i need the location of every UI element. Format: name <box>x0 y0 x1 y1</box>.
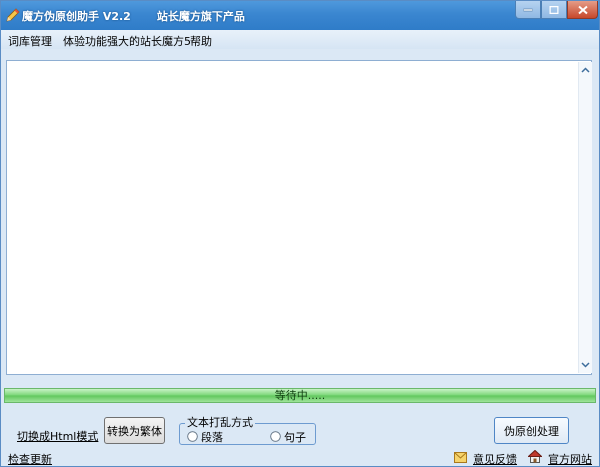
title-bar[interactable]: 魔方伪原创助手 V2.2 站长魔方旗下产品 <box>1 1 599 30</box>
text-editor[interactable] <box>9 63 579 372</box>
status-bar: 检查更新 意见反馈 官方网站 <box>1 449 599 466</box>
radio-sentence-label[interactable]: 句子 <box>284 429 306 445</box>
html-mode-link[interactable]: 切换成Html模式 <box>17 428 98 444</box>
maximize-icon <box>549 5 559 14</box>
window-subtitle: 站长魔方旗下产品 <box>156 10 245 23</box>
scroll-down-icon[interactable] <box>581 360 590 369</box>
maximize-button[interactable] <box>541 1 567 19</box>
minimize-icon <box>523 8 533 11</box>
minimize-button[interactable] <box>515 1 541 19</box>
radio-sentence[interactable] <box>270 431 281 442</box>
menu-item-promo[interactable]: 体验功能强大的站长魔方5 <box>63 33 191 49</box>
app-window: 魔方伪原创助手 V2.2 站长魔方旗下产品 词库管理 体验功能强大的站长魔方5 帮… <box>0 0 600 467</box>
feedback-link[interactable]: 意见反馈 <box>473 451 517 467</box>
vertical-scrollbar[interactable] <box>578 62 592 373</box>
content-panel <box>6 60 592 375</box>
window-title-main: 魔方伪原创助手 V2.2 <box>22 10 131 23</box>
menu-item-help[interactable]: 帮助 <box>190 33 212 49</box>
pencil-icon <box>5 7 21 23</box>
window-title: 魔方伪原创助手 V2.2 站长魔方旗下产品 <box>22 8 271 24</box>
progress-status-text: 等待中..... <box>274 389 326 402</box>
home-icon <box>528 450 542 463</box>
menu-item-lexicon[interactable]: 词库管理 <box>8 33 52 49</box>
official-site-link[interactable]: 官方网站 <box>548 451 592 467</box>
convert-traditional-button[interactable]: 转换为繁体 <box>104 417 165 444</box>
progress-bar: 等待中..... <box>4 388 596 403</box>
close-icon <box>577 5 588 14</box>
scroll-up-icon[interactable] <box>581 66 590 75</box>
menu-bar: 词库管理 体验功能强大的站长魔方5 帮助 <box>1 30 599 49</box>
radio-paragraph[interactable] <box>187 431 198 442</box>
check-update-link[interactable]: 检查更新 <box>8 451 52 467</box>
radio-paragraph-label[interactable]: 段落 <box>201 429 223 445</box>
mail-icon <box>454 452 467 463</box>
close-button[interactable] <box>567 1 598 19</box>
shuffle-mode-label: 文本打乱方式 <box>185 414 255 430</box>
process-button[interactable]: 伪原创处理 <box>494 417 569 444</box>
